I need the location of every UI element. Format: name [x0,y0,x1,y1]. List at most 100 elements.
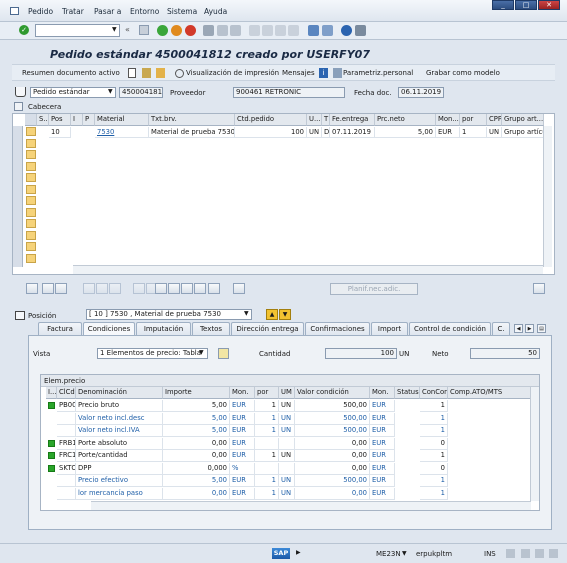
condition-per[interactable]: 1 [255,412,279,425]
condition-vcurr[interactable]: EUR [370,437,395,450]
condition-um[interactable]: UN [279,450,295,462]
row-marker[interactable] [26,184,36,194]
enter-check-icon[interactable]: ✓ [19,25,29,35]
condition-value[interactable]: 500,00 [295,425,370,437]
vendor-field[interactable]: 900461 RETRONIC [233,87,345,98]
find-icon[interactable] [217,25,228,36]
item-t[interactable]: D [322,127,330,138]
row-marker[interactable] [26,230,36,240]
tab-scroll-right-icon[interactable]: ▶ [525,324,534,333]
row-marker[interactable] [26,127,36,136]
condition-um[interactable]: UN [279,475,295,487]
view-select[interactable]: 1 Elementos de precio: Tabla [97,348,208,359]
item-quantity[interactable]: 100 [235,127,307,138]
condition-curr[interactable]: EUR [230,487,255,500]
cond-col-mon[interactable]: Mon. [230,387,255,399]
condition-concon[interactable]: 1 [420,475,448,487]
tab-imputacion[interactable]: Imputación [136,322,191,335]
condition-value[interactable]: 500,00 [295,475,370,487]
col-status[interactable]: S.. [37,114,49,126]
cancel-icon[interactable] [185,25,196,36]
condition-amount[interactable]: 0,000 [163,462,230,475]
condition-name[interactable]: Valor neto incl.IVA [76,425,163,437]
items-horizontal-scrollbar[interactable] [73,265,543,274]
condition-vcurr[interactable]: EUR [370,425,395,437]
menu-ayuda[interactable]: Ayuda [204,7,227,16]
condition-name[interactable]: Porte absoluto [76,437,163,450]
document-type-select[interactable]: Pedido estándar [30,87,116,98]
item-cpp[interactable]: UN [487,127,502,138]
maximize-button[interactable]: □ [515,0,537,10]
condition-concon[interactable]: 1 [420,487,448,500]
position-select[interactable]: [ 10 ] 7530 , Material de prueba 7530 [86,309,252,320]
quantity-field[interactable]: 100 [325,348,397,359]
condition-code[interactable]: SKTO [57,462,76,475]
cond-col-denominacion[interactable]: Denominación [76,387,163,399]
item-pos[interactable]: 10 [49,127,71,138]
condition-amount[interactable]: 5,00 [163,425,230,437]
condition-curr[interactable]: EUR [230,437,255,450]
layout-button[interactable] [208,283,220,294]
condition-per[interactable] [255,462,279,475]
tab-scroll-left-icon[interactable]: ◀ [514,324,523,333]
condition-vcurr[interactable]: EUR [370,450,395,462]
personal-settings-icon[interactable] [333,68,342,78]
col-delivery-date[interactable]: Fe.entrega [330,114,375,126]
find-next-icon[interactable] [230,25,241,36]
sort-desc-button[interactable] [168,283,180,294]
condition-vcurr[interactable]: EUR [370,412,395,425]
condition-code[interactable]: FRB1 [57,437,76,450]
condition-value[interactable]: 0,00 [295,450,370,462]
col-p[interactable]: P [83,114,95,126]
deselect-button[interactable] [55,283,67,294]
condition-name[interactable]: DPP [76,462,163,475]
tab-c[interactable]: C. [492,322,510,335]
prev-page-icon[interactable] [262,25,273,36]
condition-concon[interactable]: 1 [420,425,448,437]
condition-um[interactable] [279,462,295,475]
col-material[interactable]: Material [95,114,149,126]
condition-vcurr[interactable]: EUR [370,462,395,475]
item-delivery-date[interactable]: 07.11.2019 [330,127,375,138]
row-marker[interactable] [26,219,36,228]
info-icon[interactable]: i [319,68,328,78]
edit-icon[interactable] [142,68,151,78]
row-marker[interactable] [26,207,36,217]
cond-col-clcd[interactable]: ClCd [57,387,76,399]
paste-button[interactable] [109,283,121,294]
sap-menu-icon[interactable] [10,7,19,15]
summary-button[interactable]: Resumen documento activo [22,69,120,77]
row-marker[interactable] [26,173,36,182]
delete-button[interactable] [83,283,95,294]
condition-amount[interactable]: 5,00 [163,400,230,412]
col-pos[interactable]: Pos [49,114,71,126]
details-button[interactable] [26,283,38,294]
condition-concon[interactable]: 1 [420,450,448,462]
menu-pasar-a[interactable]: Pasar a [94,7,121,16]
document-type-dropdown-icon[interactable]: ▼ [108,88,113,95]
condition-value[interactable]: 0,00 [295,462,370,475]
position-dropdown-icon[interactable]: ▼ [244,310,249,317]
item-material-group[interactable]: Grupo artícu [502,127,544,138]
col-short-text[interactable]: Txt.brv. [149,114,235,126]
cond-col-status[interactable]: Status [395,387,420,399]
row-marker[interactable] [26,196,36,205]
additional-planning-button[interactable]: Planif.nec.adic. [330,283,418,295]
minimize-button[interactable]: _ [492,0,514,10]
condition-curr[interactable]: EUR [230,425,255,437]
col-per[interactable]: por [460,114,487,126]
header-section-toggle[interactable]: Cabecera [12,100,555,113]
customize-layout-icon[interactable] [355,25,366,36]
condition-concon[interactable]: 0 [420,462,448,475]
next-item-button[interactable]: ▼ [279,309,291,320]
condition-value[interactable]: 500,00 [295,400,370,412]
expand-header-icon[interactable] [14,102,23,111]
condition-code[interactable]: PB00 [57,400,76,412]
print-icon[interactable] [203,25,214,36]
col-quantity[interactable]: Ctd.pedido [235,114,307,126]
tab-factura[interactable]: Factura [38,322,82,335]
print-preview-icon[interactable] [175,69,184,78]
condition-vcurr[interactable]: EUR [370,487,395,500]
cut-button[interactable] [133,283,145,294]
condition-name[interactable]: lor mercancía paso [76,487,163,500]
